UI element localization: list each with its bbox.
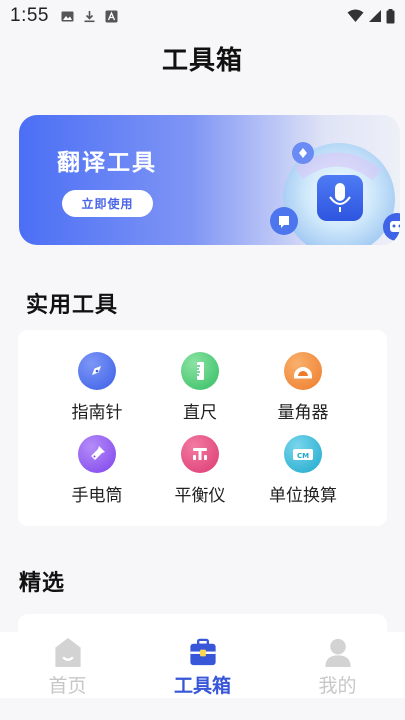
unit-convert-icon: CM: [284, 435, 322, 473]
system-icons: [347, 8, 395, 24]
translate-banner[interactable]: 翻译工具 立即使用: [19, 115, 400, 245]
tools-card: 指南针 直尺 量角器 手电筒 平衡仪 CM 单位换算: [18, 330, 387, 526]
tool-label: 量角器: [277, 403, 329, 423]
translate-illustration: [270, 142, 400, 245]
profile-icon: [324, 638, 351, 668]
tool-level[interactable]: 平衡仪: [145, 435, 255, 506]
battery-icon: [386, 8, 395, 23]
tool-label: 单位换算: [269, 486, 337, 506]
cellular-icon: [369, 10, 381, 22]
banner-title: 翻译工具: [57, 150, 157, 176]
nav-home[interactable]: 首页: [0, 632, 135, 698]
notification-icons: [61, 10, 118, 23]
ruler-icon: [181, 352, 219, 390]
nav-label: 我的: [318, 675, 357, 697]
compass-icon: [78, 352, 116, 390]
home-icon: [54, 637, 81, 668]
tool-ruler[interactable]: 直尺: [145, 352, 255, 423]
tool-flashlight[interactable]: 手电筒: [42, 435, 152, 506]
toolbox-icon: [189, 638, 216, 666]
tool-compass[interactable]: 指南针: [42, 352, 152, 423]
tools-section-title: 实用工具: [26, 293, 119, 318]
image-icon: [61, 11, 74, 21]
use-now-button[interactable]: 立即使用: [62, 190, 153, 217]
bottom-nav: 首页 工具箱 我的: [0, 632, 405, 698]
nav-label: 首页: [48, 675, 87, 697]
font-icon: [105, 10, 118, 22]
level-icon: [181, 435, 219, 473]
svg-text:CM: CM: [297, 452, 309, 460]
status-time: 1:55: [10, 5, 49, 26]
nav-toolbox[interactable]: 工具箱: [135, 632, 270, 698]
nav-label: 工具箱: [173, 675, 231, 697]
protractor-icon: [284, 352, 322, 390]
tool-label: 指南针: [71, 403, 123, 423]
status-bar: 1:55: [0, 0, 405, 32]
tool-label: 手电筒: [71, 486, 123, 506]
tool-unit-converter[interactable]: CM 单位换算: [248, 435, 358, 506]
wifi-icon: [347, 9, 364, 22]
tool-label: 平衡仪: [174, 486, 226, 506]
tool-protractor[interactable]: 量角器: [248, 352, 358, 423]
featured-section-title: 精选: [19, 571, 66, 596]
flashlight-icon: [78, 435, 116, 473]
page-title: 工具箱: [161, 46, 243, 76]
download-icon: [84, 10, 95, 22]
tool-label: 直尺: [183, 403, 217, 423]
system-gesture-area: [0, 698, 405, 720]
nav-profile[interactable]: 我的: [270, 632, 405, 698]
